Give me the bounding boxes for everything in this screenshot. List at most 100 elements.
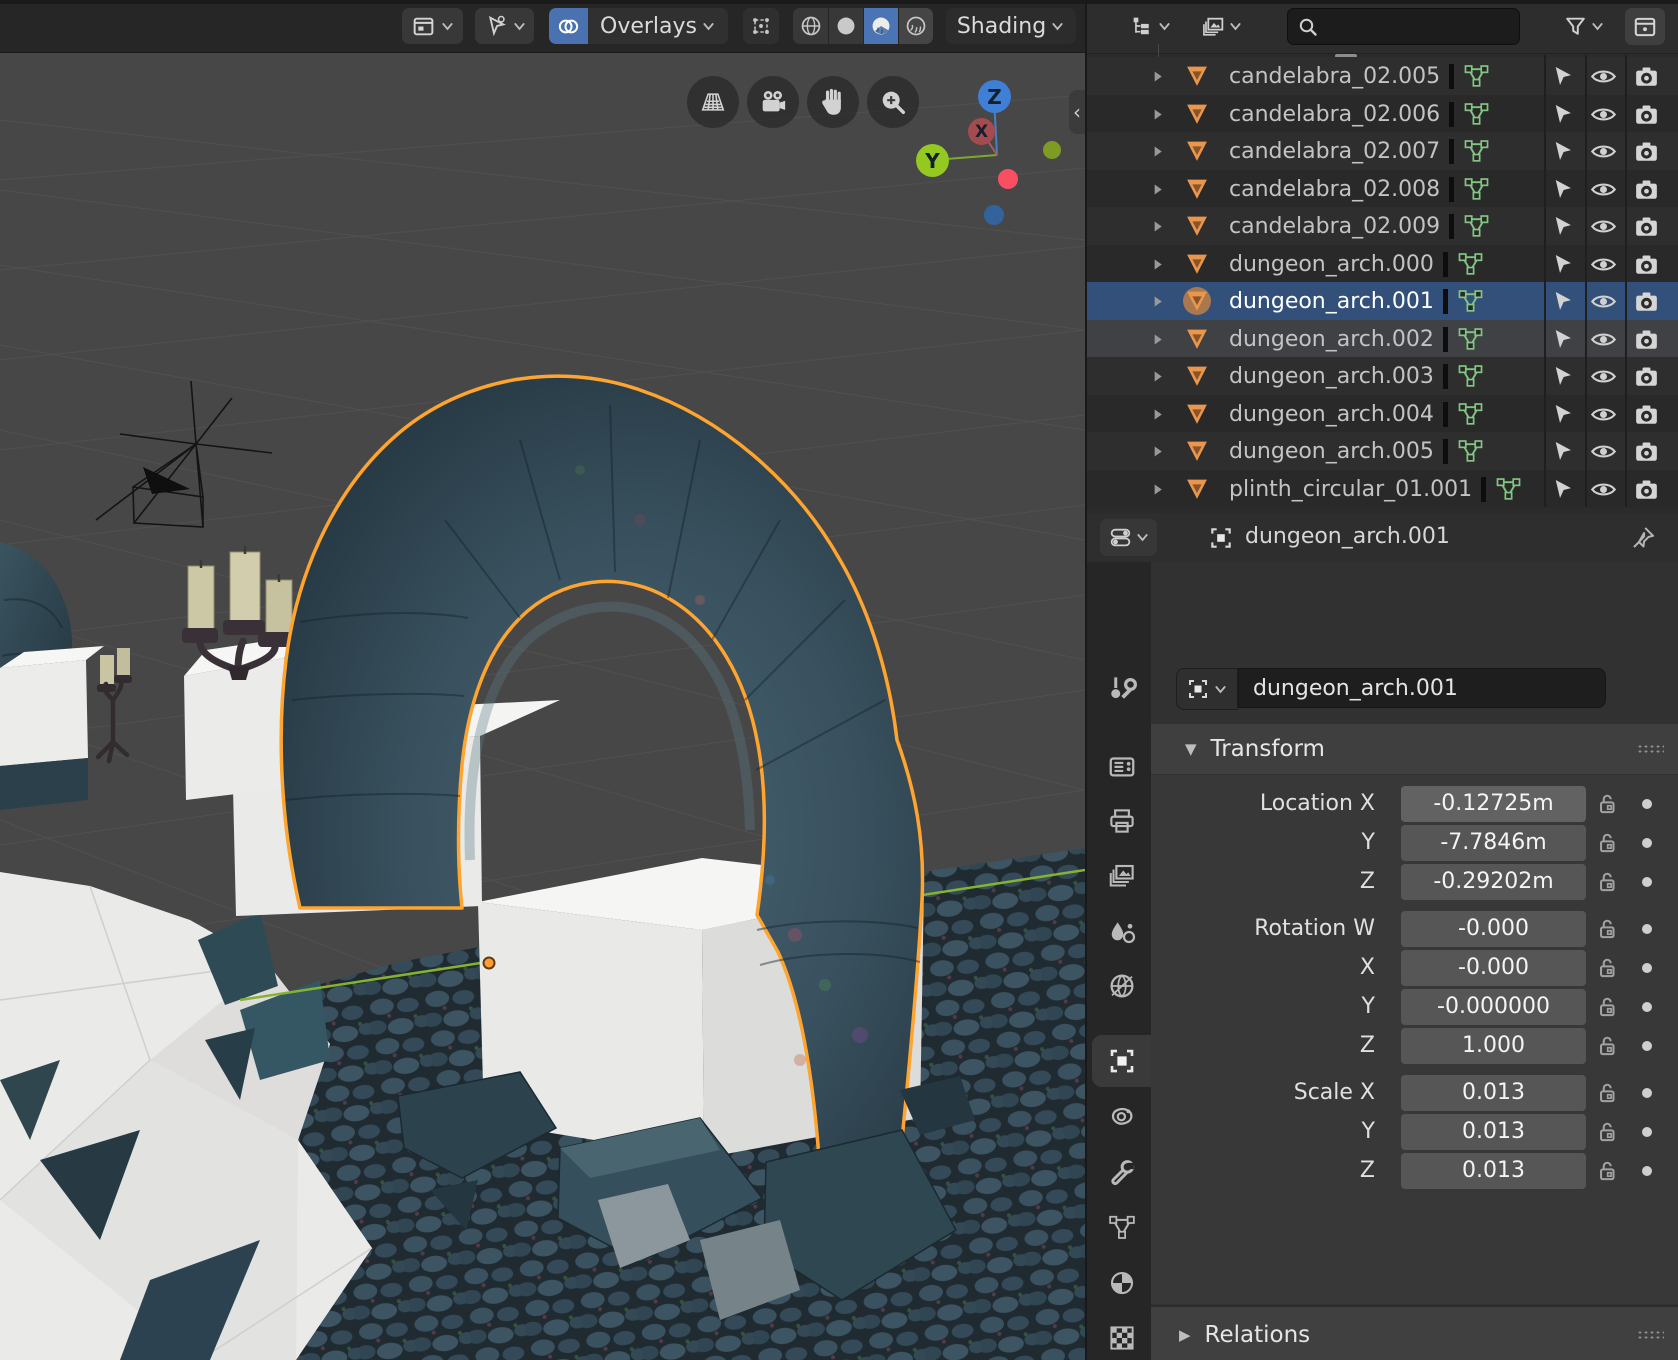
visibility-eye-icon[interactable] — [1590, 363, 1617, 390]
object-name[interactable]: dungeon_arch.001 — [1229, 289, 1434, 314]
outliner-row-candelabra-02-005[interactable]: candelabra_02.005 — [1087, 57, 1678, 95]
rotation-y-input[interactable]: -0.000000 — [1401, 989, 1586, 1025]
expand-icon[interactable] — [1149, 481, 1166, 498]
animate-dot[interactable] — [1642, 877, 1652, 887]
pan-view-button[interactable] — [807, 76, 859, 128]
object-type-dropdown[interactable] — [1176, 668, 1238, 710]
visibility-eye-icon[interactable] — [1590, 251, 1617, 278]
viewport-3d[interactable]: Overlays Shading Z X Y — [0, 0, 1085, 1360]
selectability-icon[interactable] — [1549, 251, 1576, 278]
tab-tool[interactable] — [1092, 662, 1151, 714]
animate-dot[interactable] — [1642, 799, 1652, 809]
visibility-eye-icon[interactable] — [1590, 176, 1617, 203]
tab-output[interactable] — [1092, 795, 1151, 847]
animate-dot[interactable] — [1642, 1127, 1652, 1137]
camera-view-button[interactable] — [747, 76, 799, 128]
location-x-input[interactable]: -0.12725m — [1401, 786, 1586, 822]
scale-y-input[interactable]: 0.013 — [1401, 1114, 1586, 1150]
mode-select-button[interactable] — [475, 8, 534, 44]
visibility-eye-icon[interactable] — [1590, 288, 1617, 315]
visibility-eye-icon[interactable] — [1590, 401, 1617, 428]
selectability-icon[interactable] — [1549, 438, 1576, 465]
object-name[interactable]: dungeon_arch.002 — [1229, 327, 1434, 352]
object-name[interactable]: candelabra_02.007 — [1229, 139, 1440, 164]
expand-icon[interactable] — [1149, 331, 1166, 348]
expand-icon[interactable] — [1149, 293, 1166, 310]
lock-icon[interactable] — [1594, 1080, 1620, 1106]
shading-solid-button[interactable] — [829, 8, 863, 44]
render-camera-icon[interactable] — [1633, 363, 1660, 390]
object-name[interactable]: candelabra_02.006 — [1229, 102, 1440, 127]
sidebar-collapse-handle[interactable]: ‹ — [1069, 90, 1085, 134]
tab-object-active[interactable] — [1092, 1035, 1151, 1087]
animate-dot[interactable] — [1642, 963, 1652, 973]
display-mode-button[interactable] — [1191, 8, 1253, 45]
visibility-eye-icon[interactable] — [1590, 476, 1617, 503]
light-origin-dot[interactable] — [1043, 141, 1061, 159]
object-name[interactable]: dungeon_arch.004 — [1229, 402, 1434, 427]
outliner-editor-type-button[interactable] — [1119, 8, 1183, 45]
filter-button[interactable] — [1555, 8, 1613, 45]
render-camera-icon[interactable] — [1633, 326, 1660, 353]
outliner-row-dungeon-arch-004[interactable]: dungeon_arch.004 — [1087, 395, 1678, 433]
lock-icon[interactable] — [1594, 955, 1620, 981]
object-name[interactable]: dungeon_arch.005 — [1229, 439, 1434, 464]
relations-panel-header[interactable]: ▶ Relations — [1151, 1305, 1678, 1360]
gizmo-y-axis[interactable]: Y — [916, 144, 949, 177]
selectability-icon[interactable] — [1549, 213, 1576, 240]
overlays-toggle-button[interactable] — [549, 8, 588, 44]
gizmo-x-negative[interactable] — [998, 169, 1018, 189]
gizmos-button[interactable] — [743, 8, 779, 44]
outliner-row-candelabra-02-009[interactable]: candelabra_02.009 — [1087, 207, 1678, 245]
selectability-icon[interactable] — [1549, 288, 1576, 315]
lock-icon[interactable] — [1594, 1158, 1620, 1184]
object-name[interactable]: dungeon_arch.003 — [1229, 364, 1434, 389]
visibility-eye-icon[interactable] — [1590, 138, 1617, 165]
tab-physics[interactable] — [1092, 1090, 1151, 1142]
overlays-dropdown[interactable]: Overlays — [588, 8, 728, 44]
lock-icon[interactable] — [1594, 830, 1620, 856]
scale-z-input[interactable]: 0.013 — [1401, 1153, 1586, 1189]
outliner-row-dungeon-arch-002-selected[interactable]: dungeon_arch.002 — [1087, 320, 1678, 358]
tab-texture[interactable] — [1092, 1312, 1151, 1360]
animate-dot[interactable] — [1642, 838, 1652, 848]
rotation-w-input[interactable]: -0.000 — [1401, 911, 1586, 947]
visibility-eye-icon[interactable] — [1590, 326, 1617, 353]
animate-dot[interactable] — [1642, 1166, 1652, 1176]
shading-rendered-button[interactable] — [899, 8, 933, 44]
render-camera-icon[interactable] — [1633, 213, 1660, 240]
animate-dot[interactable] — [1642, 924, 1652, 934]
visibility-eye-icon[interactable] — [1590, 101, 1617, 128]
expand-icon[interactable] — [1149, 181, 1166, 198]
gizmo-z-axis[interactable]: Z — [978, 80, 1011, 113]
outliner-row-dungeon-arch-001-active[interactable]: dungeon_arch.001 — [1087, 282, 1678, 320]
tab-view-layer[interactable] — [1092, 850, 1151, 902]
scale-x-input[interactable]: 0.013 — [1401, 1075, 1586, 1111]
location-z-input[interactable]: -0.29202m — [1401, 864, 1586, 900]
new-collection-button[interactable] — [1625, 8, 1665, 45]
shading-material-button[interactable] — [864, 8, 898, 44]
rotation-x-input[interactable]: -0.000 — [1401, 950, 1586, 986]
expand-icon[interactable] — [1149, 218, 1166, 235]
object-origin-dot[interactable] — [484, 958, 495, 969]
render-camera-icon[interactable] — [1633, 138, 1660, 165]
object-name[interactable]: candelabra_02.008 — [1229, 177, 1440, 202]
tab-object-data[interactable] — [1092, 1202, 1151, 1254]
outliner-row-dungeon-arch-000[interactable]: dungeon_arch.000 — [1087, 245, 1678, 283]
outliner-row-candelabra-02-007[interactable]: candelabra_02.007 — [1087, 132, 1678, 170]
lock-icon[interactable] — [1594, 1119, 1620, 1145]
animate-dot[interactable] — [1642, 1041, 1652, 1051]
selectability-icon[interactable] — [1549, 363, 1576, 390]
selectability-icon[interactable] — [1549, 326, 1576, 353]
selectability-icon[interactable] — [1549, 476, 1576, 503]
outliner-row-candelabra-02-008[interactable]: candelabra_02.008 — [1087, 170, 1678, 208]
animate-dot[interactable] — [1642, 1088, 1652, 1098]
object-name[interactable]: plinth_circular_01.001 — [1229, 477, 1472, 502]
outliner-search-input[interactable] — [1287, 8, 1520, 45]
lock-icon[interactable] — [1594, 994, 1620, 1020]
editor-type-button[interactable] — [402, 8, 463, 44]
render-camera-icon[interactable] — [1633, 288, 1660, 315]
object-name[interactable]: candelabra_02.005 — [1229, 64, 1440, 89]
transform-panel-header[interactable]: ▼ Transform — [1151, 724, 1678, 775]
shading-dropdown[interactable]: Shading — [946, 8, 1076, 44]
